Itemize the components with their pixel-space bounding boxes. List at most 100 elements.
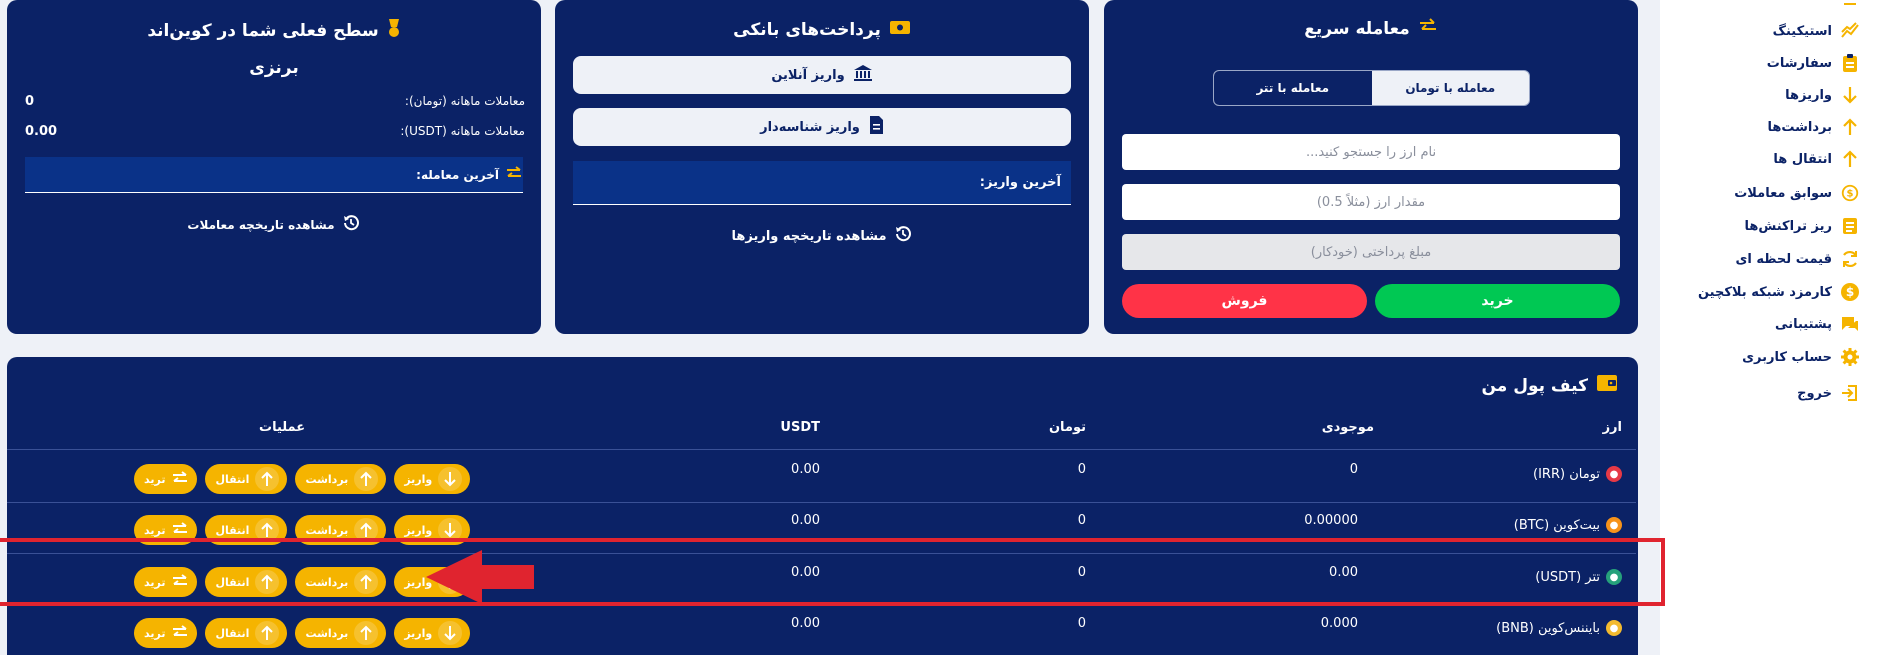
gear-icon <box>1840 347 1860 367</box>
level-title: سطح فعلی شما در کوین‌اند <box>7 18 541 43</box>
swap-icon <box>171 624 189 642</box>
quick-trade-card: معامله سریع معامله با تومان معامله با تت… <box>1104 0 1638 334</box>
sidebar-item-logout[interactable]: خروج <box>1797 379 1860 407</box>
transfer-button[interactable]: انتقال <box>205 464 288 494</box>
toman-value: 0 <box>1077 616 1086 631</box>
monthly-usdt-label: معاملات ماهانه (USDT): <box>400 124 525 138</box>
monthly-toman-value: 0 <box>25 94 35 109</box>
col-actions: عملیات <box>259 420 306 435</box>
transfer-button[interactable]: انتقال <box>205 618 288 648</box>
coin-name: ● تومان (IRR) <box>1533 466 1622 482</box>
sidebar-scrolled-item[interactable] <box>1840 0 1860 14</box>
col-currency: ارز <box>1602 420 1622 435</box>
refresh-icon <box>1840 249 1860 269</box>
usdt-value: 0.00 <box>791 513 820 528</box>
amount-input[interactable]: مقدار ارز (مثلاً 0.5) <box>1122 184 1620 220</box>
trade-button[interactable]: ترید <box>134 618 198 648</box>
sidebar-item-support[interactable]: پشتیبانی <box>1775 310 1860 338</box>
sidebar-item-label: انتقال ها <box>1773 151 1832 167</box>
arrow-up-icon <box>1840 117 1860 137</box>
wallet-cash-icon <box>889 18 911 41</box>
payment-amount-field: مبلغ پرداختی (خودکار) <box>1122 234 1620 270</box>
buy-button[interactable]: خرید <box>1375 284 1620 318</box>
coin-name: ● بایننس‌کوین (BNB) <box>1496 620 1622 636</box>
sidebar-item-transactions[interactable]: ریز تراکنش‌ها <box>1744 212 1860 240</box>
balance-value: 0 <box>1349 462 1358 477</box>
arrow-up-icon <box>255 621 280 645</box>
arrow-icon <box>1840 0 1860 10</box>
svg-text:$: $ <box>1847 189 1854 200</box>
trade-button[interactable]: ترید <box>134 464 198 494</box>
row-divider <box>7 449 1636 450</box>
arrow-up-icon <box>354 467 379 491</box>
col-toman: تومان <box>1048 420 1086 435</box>
coin-icon: ● <box>1606 620 1622 636</box>
sidebar-item-deposits[interactable]: واریزها <box>1785 81 1860 109</box>
user-level-card: سطح فعلی شما در کوین‌اند برنزی معاملات م… <box>7 0 541 334</box>
sidebar-item-label: پشتیبانی <box>1775 316 1832 332</box>
dollar-refresh-icon: $ <box>1840 183 1860 203</box>
online-deposit-button[interactable]: واریز آنلاین <box>573 56 1071 94</box>
wallet-card: کیف پول من ارز موجودی تومان USDT عملیات … <box>7 357 1638 655</box>
bank-icon <box>853 63 873 87</box>
usdt-value: 0.00 <box>791 462 820 477</box>
sidebar-item-label: سفارشات <box>1766 55 1832 71</box>
swap-icon <box>171 521 189 539</box>
sidebar-item-withdrawals[interactable]: برداشت‌ها <box>1767 113 1860 141</box>
sell-button[interactable]: فروش <box>1122 284 1367 318</box>
deposit-button[interactable]: واریز <box>394 618 471 648</box>
clipboard-icon <box>1840 53 1860 73</box>
sidebar-item-label: قیمت لحظه ای <box>1735 251 1832 267</box>
trade-history-link[interactable]: مشاهده تاریخچه معاملات <box>7 213 541 236</box>
arrow-down-icon <box>438 621 463 645</box>
coin-name: ● بیت‌کوین (BTC) <box>1514 517 1622 533</box>
arrow-up-icon <box>354 621 379 645</box>
id-deposit-button[interactable]: واریز شناسه‌دار <box>573 108 1071 146</box>
sidebar-item-network-fee[interactable]: $ کارمزد شبکه بلاکچین <box>1698 278 1860 306</box>
sidebar-item-label: خروج <box>1797 385 1832 401</box>
sidebar-item-label: کارمزد شبکه بلاکچین <box>1697 284 1832 300</box>
level-name: برنزی <box>249 58 299 78</box>
sidebar-item-staking[interactable]: استیکینگ <box>1773 17 1860 45</box>
arrow-down-icon <box>1840 85 1860 105</box>
history-icon <box>893 224 913 248</box>
medal-icon <box>387 18 401 43</box>
deposit-button[interactable]: واریز <box>394 464 471 494</box>
pointer-arrow <box>426 550 534 604</box>
bank-payments-card: پرداخت‌های بانکی واریز آنلاین واریز شناس… <box>555 0 1089 334</box>
history-icon <box>341 213 361 236</box>
col-balance: موجودی <box>1321 420 1374 435</box>
usdt-value: 0.00 <box>791 616 820 631</box>
wallet-title: کیف پول من <box>1481 373 1618 398</box>
sidebar-item-transfers[interactable]: انتقال ها <box>1773 145 1860 173</box>
logout-icon <box>1840 383 1860 403</box>
list-icon <box>1840 216 1860 236</box>
toman-value: 0 <box>1077 513 1086 528</box>
row-actions: ترید انتقال برداشت واریز <box>134 464 471 494</box>
sidebar-item-label: واریزها <box>1785 87 1832 103</box>
monthly-toman-label: معاملات ماهانه (تومان): <box>404 94 525 108</box>
deposit-history-link[interactable]: مشاهده تاریخچه واریزها <box>555 224 1089 248</box>
chart-trend-icon <box>1840 21 1860 41</box>
currency-search-input[interactable]: نام ارز را جستجو کنید... <box>1122 134 1620 170</box>
withdraw-button[interactable]: برداشت <box>295 464 387 494</box>
bank-payments-title: پرداخت‌های بانکی <box>555 18 1089 41</box>
monthly-usdt-value: 0.00 <box>25 124 58 139</box>
withdraw-button[interactable]: برداشت <box>295 618 387 648</box>
sidebar-item-orders[interactable]: سفارشات <box>1767 49 1860 77</box>
quick-trade-title: معامله سریع <box>1104 18 1638 39</box>
sidebar-item-live-price[interactable]: قیمت لحظه ای <box>1735 245 1860 273</box>
coin-icon: ● <box>1606 517 1622 533</box>
coin-icon: ● <box>1606 466 1622 482</box>
tab-tether[interactable]: معامله با تتر <box>1214 71 1372 105</box>
document-icon <box>868 115 884 139</box>
sidebar-item-label: برداشت‌ها <box>1767 119 1832 135</box>
row-divider <box>7 502 1636 503</box>
col-usdt: USDT <box>780 420 820 435</box>
sidebar-item-account[interactable]: حساب کاربری <box>1742 343 1860 371</box>
tab-toman[interactable]: معامله با تومان <box>1372 71 1530 105</box>
sidebar-item-trade-history[interactable]: $ سوابق معاملات <box>1734 179 1860 207</box>
currency-mode-tabs: معامله با تومان معامله با تتر <box>1213 70 1530 106</box>
chat-icon <box>1840 314 1860 334</box>
wallet-icon <box>1596 373 1618 398</box>
